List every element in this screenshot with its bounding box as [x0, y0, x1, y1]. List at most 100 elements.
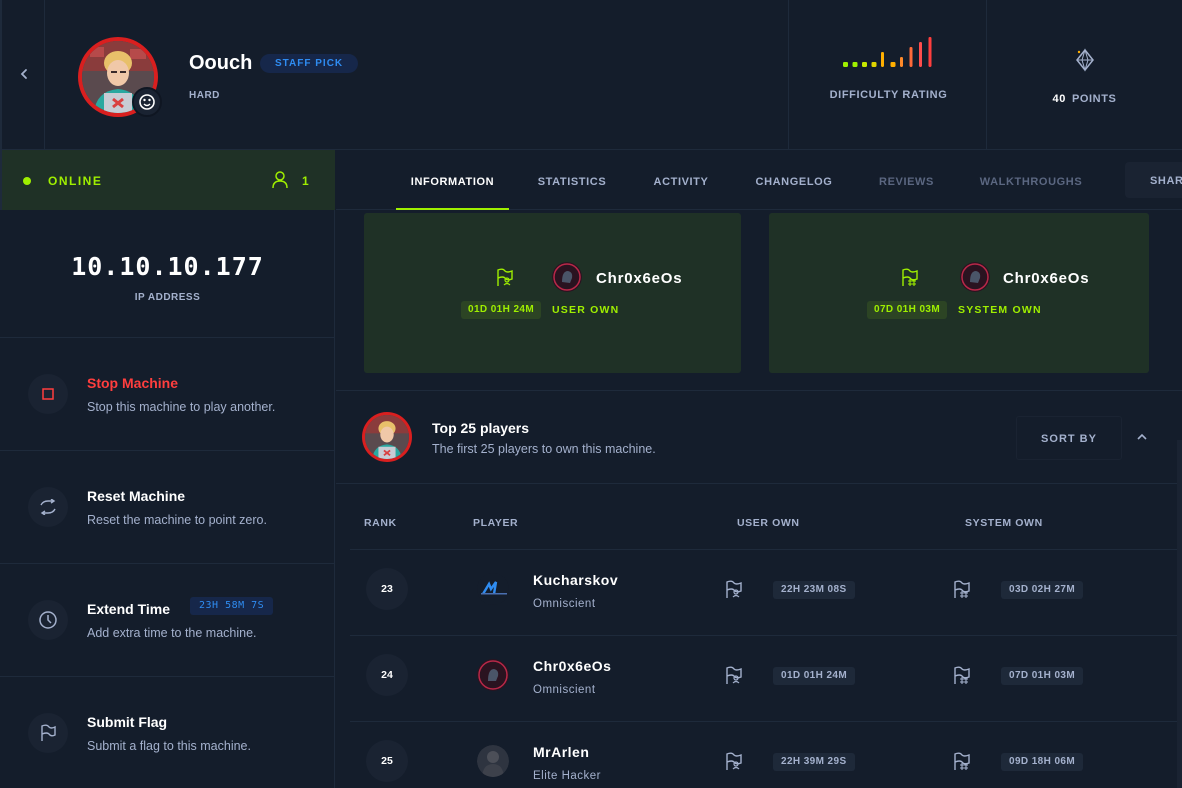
- rank-badge: 24: [366, 654, 408, 696]
- tab-walkthroughs[interactable]: WALKTHROUGHS: [972, 150, 1090, 210]
- system-own-time: 07D 01H 03M: [1001, 667, 1084, 685]
- column-system-own: SYSTEM OWN: [965, 517, 1043, 529]
- player-avatar: [477, 659, 509, 691]
- difficulty-level: HARD: [189, 90, 220, 101]
- column-user-own: USER OWN: [737, 517, 800, 529]
- submit-flag-button[interactable]: Submit Flag Submit a flag to this machin…: [0, 677, 335, 788]
- player-rank: Omniscient: [533, 598, 596, 610]
- ip-address-block: 10.10.10.177 IP ADDRESS: [0, 210, 335, 338]
- player-rank: Elite Hacker: [533, 770, 601, 782]
- top-players-title: Top 25 players: [432, 420, 530, 436]
- active-players-count: 1: [302, 174, 309, 188]
- player-name[interactable]: MrArlen: [533, 744, 589, 760]
- diamond-icon: [1076, 48, 1094, 72]
- ip-address-label: IP ADDRESS: [134, 292, 201, 303]
- machine-status-bar: ONLINE 1: [0, 150, 335, 210]
- system-own-time: 03D 02H 27M: [1001, 581, 1084, 599]
- table-row[interactable]: 23 Kucharskov Omniscient 22H 23M 08S 03D…: [350, 550, 1182, 636]
- tab-statistics[interactable]: STATISTICS: [522, 150, 622, 210]
- reset-machine-button[interactable]: Reset Machine Reset the machine to point…: [0, 451, 335, 564]
- share-button[interactable]: SHARE: [1125, 162, 1182, 198]
- status-label: ONLINE: [48, 174, 103, 188]
- linux-os-icon: [132, 87, 162, 117]
- first-blood-type: SYSTEM OWN: [958, 304, 1042, 316]
- chevron-up-icon[interactable]: [1136, 431, 1148, 443]
- machine-name: Oouch: [189, 52, 253, 74]
- stop-machine-title: Stop Machine: [87, 375, 179, 391]
- first-blood-time: 07D 01H 03M: [867, 301, 948, 319]
- difficulty-bar: [862, 62, 867, 67]
- tab-activity[interactable]: ACTIVITY: [636, 150, 726, 210]
- points-value: 40: [1052, 93, 1066, 105]
- machine-sidebar: ONLINE 1 10.10.10.177 IP ADDRESS Stop Ma…: [0, 150, 335, 788]
- rank-badge: 23: [366, 568, 408, 610]
- column-player: PLAYER: [473, 517, 519, 529]
- staff-pick-badge: STAFF PICK: [260, 54, 359, 73]
- difficulty-bar: [843, 62, 848, 67]
- difficulty-rating-panel: DIFFICULTY RATING: [788, 0, 987, 150]
- system-first-blood-card: Chr0x6eOs 07D 01H 03M SYSTEM OWN: [769, 213, 1149, 373]
- ip-address[interactable]: 10.10.10.177: [0, 252, 335, 281]
- system-flag-icon: [902, 268, 918, 286]
- stop-icon: [28, 374, 68, 414]
- tab-information[interactable]: INFORMATION: [396, 150, 509, 210]
- points-panel: 40 POINTS: [987, 0, 1182, 150]
- stop-machine-button[interactable]: Stop Machine Stop this machine to play a…: [0, 338, 335, 451]
- difficulty-bar: [919, 42, 922, 67]
- first-blood-player-name[interactable]: Chr0x6eOs: [596, 270, 682, 287]
- user-own-time: 22H 39M 29S: [773, 753, 855, 771]
- difficulty-bar: [890, 62, 896, 67]
- reset-machine-description: Reset the machine to point zero.: [87, 513, 267, 527]
- extend-time-button[interactable]: Extend Time 23H 58M 7S Add extra time to…: [0, 564, 335, 677]
- online-indicator: [23, 177, 31, 185]
- difficulty-bar: [852, 62, 858, 67]
- page-scrollbar[interactable]: [1177, 440, 1182, 788]
- points-display: 40 POINTS: [987, 93, 1182, 105]
- extend-time-description: Add extra time to the machine.: [87, 626, 257, 640]
- rank-badge: 25: [366, 740, 408, 782]
- player-name[interactable]: Kucharskov: [533, 572, 618, 588]
- user-flag-icon: [497, 268, 513, 286]
- sort-by-button[interactable]: SORT BY: [1016, 416, 1122, 460]
- top-players-header: Top 25 players The first 25 players to o…: [336, 390, 1182, 484]
- difficulty-rating-chart: [843, 37, 932, 67]
- players-table-header: RANK PLAYER USER OWN SYSTEM OWN: [350, 484, 1182, 550]
- difficulty-bar: [909, 47, 913, 67]
- system-own-time: 09D 18H 06M: [1001, 753, 1084, 771]
- stop-machine-description: Stop this machine to play another.: [87, 400, 276, 414]
- table-row[interactable]: 25 MrArlen Elite Hacker 22H 39M 29S 09D …: [350, 722, 1182, 788]
- back-button[interactable]: [0, 0, 45, 150]
- player-avatar: [552, 262, 582, 292]
- system-flag-icon: [954, 666, 970, 684]
- table-row[interactable]: 24 Chr0x6eOs Omniscient 01D 01H 24M 07D …: [350, 636, 1182, 722]
- player-rank: Omniscient: [533, 684, 596, 696]
- clock-icon: [28, 600, 68, 640]
- tab-changelog[interactable]: CHANGELOG: [744, 150, 844, 210]
- user-icon: [272, 171, 288, 189]
- first-blood-player-name[interactable]: Chr0x6eOs: [1003, 270, 1089, 287]
- first-blood-type: USER OWN: [552, 304, 620, 316]
- tab-bar: INFORMATION STATISTICS ACTIVITY CHANGELO…: [336, 150, 1182, 210]
- column-rank: RANK: [364, 517, 397, 529]
- user-flag-icon: [726, 580, 742, 598]
- player-avatar: [477, 745, 509, 777]
- flag-icon: [28, 713, 68, 753]
- difficulty-bar: [900, 57, 903, 67]
- first-blood-time: 01D 01H 24M: [461, 301, 542, 319]
- submit-flag-description: Submit a flag to this machine.: [87, 739, 251, 753]
- player-avatar: [960, 262, 990, 292]
- system-flag-icon: [954, 580, 970, 598]
- system-flag-icon: [954, 752, 970, 770]
- tab-reviews[interactable]: REVIEWS: [864, 150, 949, 210]
- difficulty-bar: [871, 62, 877, 67]
- points-label: POINTS: [1071, 93, 1117, 105]
- user-flag-icon: [726, 666, 742, 684]
- machine-main-content: INFORMATION STATISTICS ACTIVITY CHANGELO…: [336, 150, 1182, 788]
- user-flag-icon: [726, 752, 742, 770]
- chevron-left-icon: [20, 69, 27, 79]
- reset-icon: [28, 487, 68, 527]
- top-players-description: The first 25 players to own this machine…: [432, 442, 656, 456]
- reset-machine-title: Reset Machine: [87, 488, 186, 504]
- user-own-time: 01D 01H 24M: [773, 667, 856, 685]
- player-name[interactable]: Chr0x6eOs: [533, 658, 611, 674]
